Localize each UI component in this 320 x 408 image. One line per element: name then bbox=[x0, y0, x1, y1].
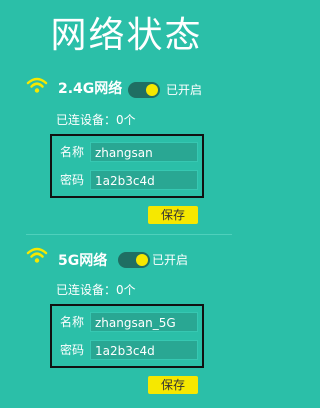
wifi-icon bbox=[26, 77, 48, 93]
password-label: 密码 bbox=[60, 173, 85, 187]
band-name: 5G网络 bbox=[58, 253, 108, 269]
save-button[interactable]: 保存 bbox=[148, 376, 198, 394]
toggle-knob bbox=[136, 254, 148, 266]
password-input[interactable]: 1a2b3c4d bbox=[90, 340, 198, 360]
ssid-input[interactable]: zhangsan bbox=[90, 142, 198, 162]
band-toggle[interactable] bbox=[118, 252, 150, 268]
toggle-status: 已开启 bbox=[152, 253, 189, 267]
save-button[interactable]: 保存 bbox=[148, 206, 198, 224]
credentials-box: 名称 zhangsan_5G 密码 1a2b3c4d bbox=[50, 304, 204, 368]
page-title: 网络状态 bbox=[50, 15, 203, 56]
toggle-knob bbox=[146, 84, 158, 96]
connected-devices: 已连设备：0个 bbox=[56, 113, 136, 127]
section-divider bbox=[26, 234, 232, 235]
password-input[interactable]: 1a2b3c4d bbox=[90, 170, 198, 190]
toggle-status: 已开启 bbox=[166, 83, 203, 97]
ssid-label: 名称 bbox=[60, 315, 85, 329]
wifi-icon bbox=[26, 247, 48, 263]
band-toggle[interactable] bbox=[128, 82, 160, 98]
ssid-input[interactable]: zhangsan_5G bbox=[90, 312, 198, 332]
credentials-box: 名称 zhangsan 密码 1a2b3c4d bbox=[50, 134, 204, 198]
ssid-label: 名称 bbox=[60, 145, 85, 159]
band-name: 2.4G网络 bbox=[58, 81, 123, 97]
password-label: 密码 bbox=[60, 343, 85, 357]
connected-devices: 已连设备：0个 bbox=[56, 283, 136, 297]
